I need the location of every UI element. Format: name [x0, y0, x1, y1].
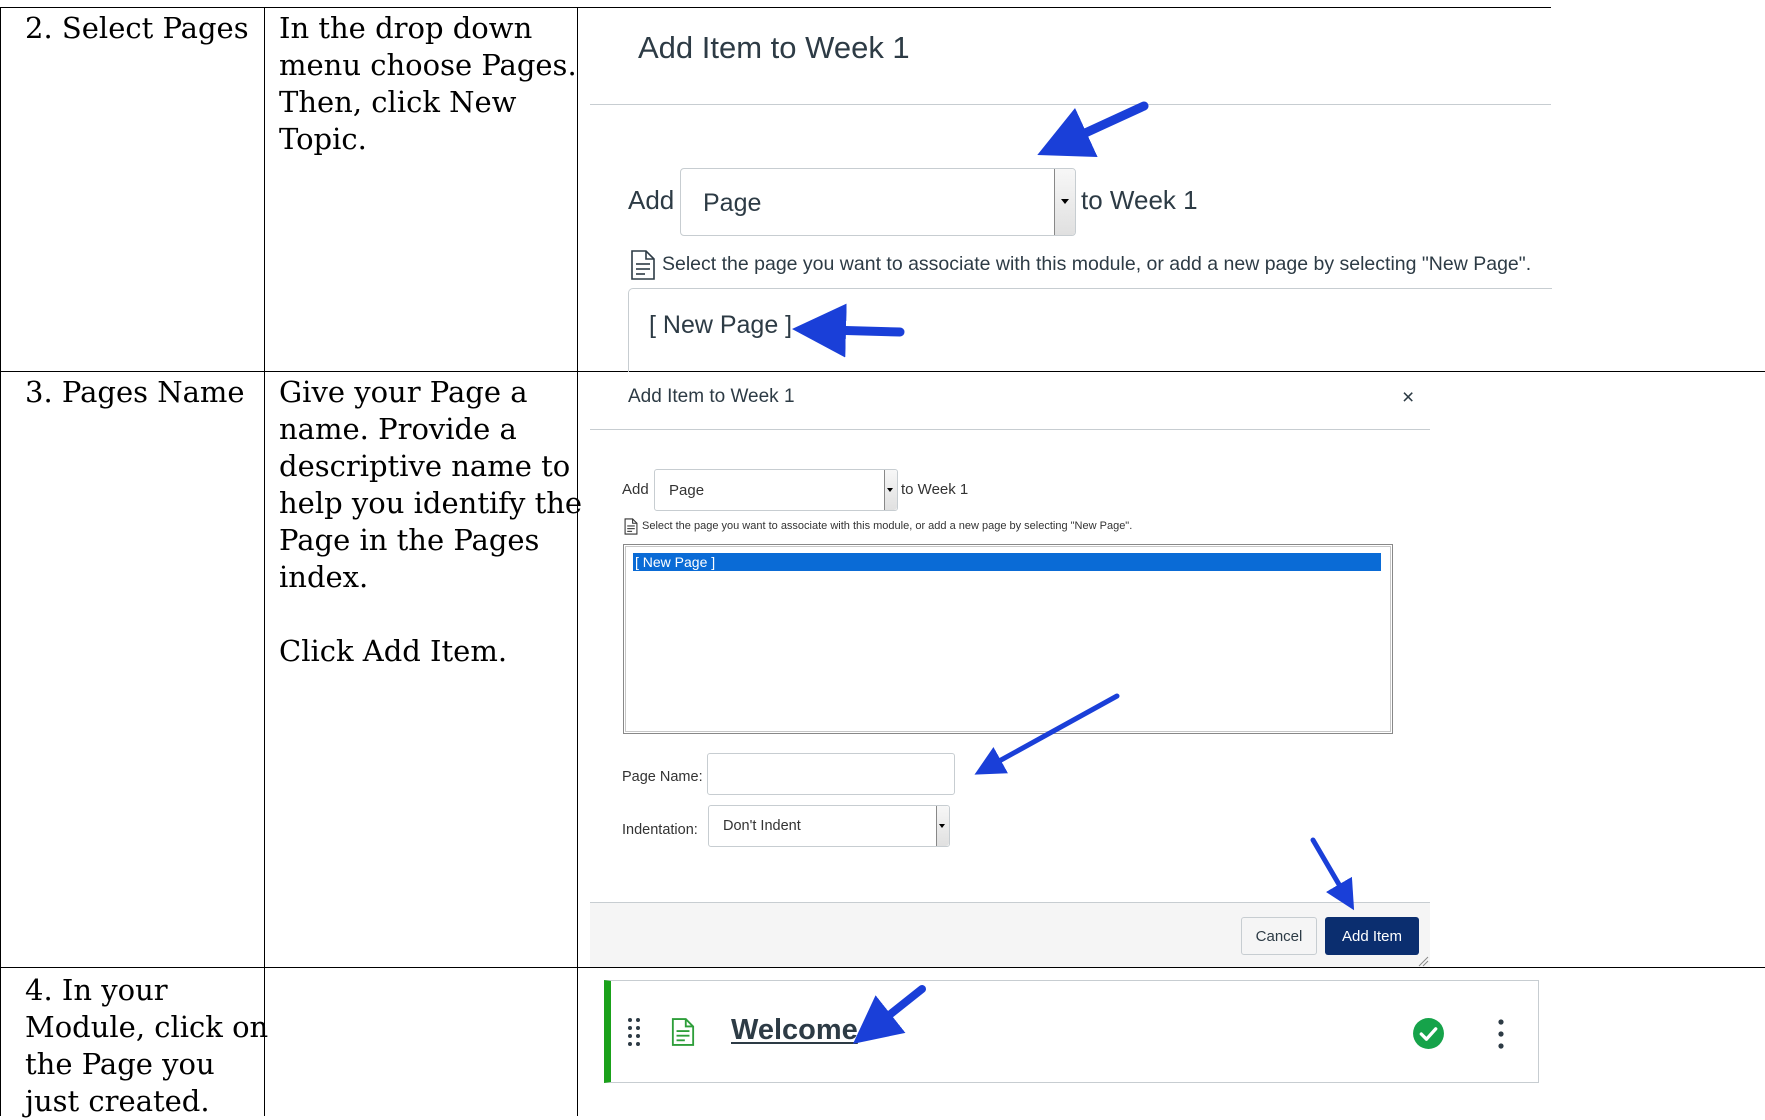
screenshot-select-page: Add Item to Week 1 Add Page to Week 1 Se…	[578, 8, 1552, 374]
chevron-down-icon	[1061, 199, 1069, 204]
page-name-input[interactable]	[707, 753, 955, 795]
item-type-select[interactable]: Page	[680, 168, 1076, 236]
dialog-footer: Cancel Add Item	[590, 902, 1430, 967]
indentation-select[interactable]: Don't Indent	[708, 805, 950, 847]
module-item-title-link[interactable]: Welcome	[731, 1014, 858, 1047]
add-label: Add	[628, 185, 675, 215]
cancel-button[interactable]: Cancel	[1241, 917, 1317, 955]
close-icon[interactable]: ×	[1402, 386, 1414, 410]
title-divider	[590, 429, 1430, 430]
to-week-label: to Week 1	[901, 481, 969, 498]
step-2-label: 2. Select Pages	[25, 11, 249, 45]
more-options-icon[interactable]	[1497, 1019, 1505, 1049]
list-item-new-page[interactable]: [ New Page ]	[649, 311, 792, 340]
screenshot-page-name: Add Item to Week 1 × Add Page to Week 1 …	[590, 372, 1430, 967]
document-icon	[631, 250, 655, 280]
document-icon	[624, 518, 638, 535]
chevron-down-icon	[939, 824, 945, 828]
page-name-label: Page Name:	[622, 769, 703, 785]
dropdown-button[interactable]	[884, 470, 897, 510]
title-divider	[590, 104, 1551, 105]
help-text: Select the page you want to associate wi…	[642, 520, 1133, 532]
resize-handle-icon[interactable]	[1417, 955, 1429, 967]
help-text: Select the page you want to associate wi…	[662, 253, 1532, 275]
item-type-value: Page	[703, 189, 762, 217]
indentation-label: Indentation:	[622, 822, 698, 838]
add-item-button[interactable]: Add Item	[1325, 917, 1419, 955]
list-item-new-page[interactable]: [ New Page ]	[633, 553, 1381, 571]
dropdown-button[interactable]	[936, 806, 949, 846]
page-icon	[671, 1018, 695, 1046]
indentation-value: Don't Indent	[723, 818, 801, 834]
step-2-instructions: In the drop down menu choose Pages. Then…	[279, 11, 577, 156]
published-check-icon[interactable]	[1412, 1017, 1445, 1050]
dialog-title: Add Item to Week 1	[628, 386, 795, 407]
chevron-down-icon	[887, 488, 893, 492]
dropdown-button[interactable]	[1054, 169, 1075, 235]
step-4-label: 4. In your Module, click on the Page you…	[25, 973, 269, 1118]
step-3-label: 3. Pages Name	[25, 375, 245, 409]
step-3-instructions: Give your Page a name. Provide a descrip…	[279, 375, 583, 668]
to-week-label: to Week 1	[1081, 185, 1198, 215]
item-type-value: Page	[669, 482, 705, 499]
item-type-select[interactable]: Page	[654, 469, 898, 511]
page-list[interactable]: [ New Page ]	[623, 544, 1393, 734]
module-item-row[interactable]: Welcome	[604, 980, 1539, 1083]
page-list[interactable]: [ New Page ]	[628, 288, 1552, 374]
drag-handle-icon[interactable]	[627, 1017, 641, 1047]
dialog-title: Add Item to Week 1	[638, 30, 910, 65]
add-label: Add	[622, 481, 649, 498]
